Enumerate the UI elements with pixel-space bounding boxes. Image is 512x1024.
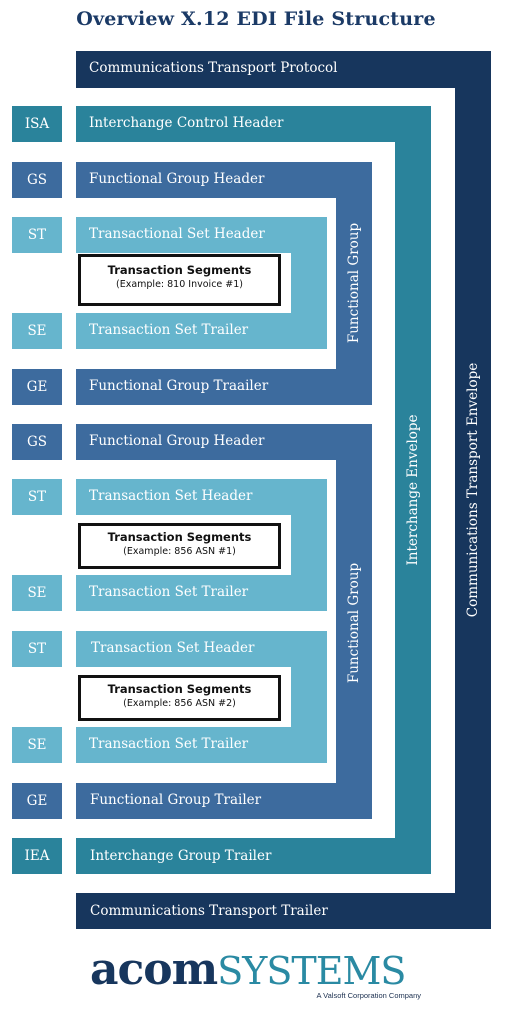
st-tag-3: ST [12, 631, 62, 667]
logo-acom-text: acom [90, 944, 218, 995]
fg1-trailer-label: Functional Group Traailer [89, 378, 269, 394]
se-tag-3: SE [12, 727, 62, 763]
se-tag-1: SE [12, 313, 62, 349]
transport-header-label: Communications Transport Protocol [89, 60, 338, 76]
transaction-segments-box-2: Transaction Segments (Example: 856 ASN #… [78, 523, 281, 569]
segments-example: (Example: 856 ASN #1) [123, 546, 236, 557]
ts2-header-label: Transaction Set Header [89, 488, 253, 504]
ts1-trailer-label: Transaction Set Trailer [89, 322, 249, 338]
iea-tag: IEA [12, 838, 62, 874]
st-tag-1: ST [12, 217, 62, 253]
isa-tag: ISA [12, 106, 62, 142]
fg2-envelope-label: Functional Group [346, 562, 362, 684]
ge-tag-1: GE [12, 369, 62, 405]
segments-example: (Example: 810 Invoice #1) [116, 279, 243, 290]
fg1-envelope-label: Functional Group [346, 222, 362, 344]
gs-tag-2: GS [12, 424, 62, 460]
ts3-header-label: Transaction Set Header [91, 640, 255, 656]
segments-example: (Example: 856 ASN #2) [123, 698, 236, 709]
ts2-trailer-label: Transaction Set Trailer [89, 584, 249, 600]
segments-title: Transaction Segments [107, 682, 252, 696]
acom-systems-logo: acomSYSTEMS [90, 944, 406, 995]
segments-title: Transaction Segments [107, 263, 252, 277]
logo-tagline: A Valsoft Corporation Company [316, 991, 422, 1000]
ts3-trailer-label: Transaction Set Trailer [89, 736, 249, 752]
interchange-header-label: Interchange Control Header [89, 115, 284, 131]
fg2-trailer-label: Functional Group Trailer [90, 792, 262, 808]
transport-envelope-label: Communications Transport Envelope [465, 362, 481, 618]
diagram-title: Overview X.12 EDI File Structure [76, 8, 436, 30]
st-tag-2: ST [12, 479, 62, 515]
transport-trailer-label: Communications Transport Trailer [90, 903, 328, 919]
gs-tag-1: GS [12, 162, 62, 198]
fg2-header-label: Functional Group Header [89, 433, 265, 449]
interchange-trailer-label: Interchange Group Trailer [90, 848, 272, 864]
ts1-header-label: Transactional Set Header [89, 226, 265, 242]
se-tag-2: SE [12, 575, 62, 611]
interchange-envelope-label: Interchange Envelope [405, 414, 421, 566]
transaction-segments-box-1: Transaction Segments (Example: 810 Invoi… [78, 254, 281, 306]
ge-tag-2: GE [12, 783, 62, 819]
transaction-segments-box-3: Transaction Segments (Example: 856 ASN #… [78, 675, 281, 721]
segments-title: Transaction Segments [107, 530, 252, 544]
fg1-header-label: Functional Group Header [89, 171, 265, 187]
logo-systems-text: SYSTEMS [217, 949, 406, 993]
